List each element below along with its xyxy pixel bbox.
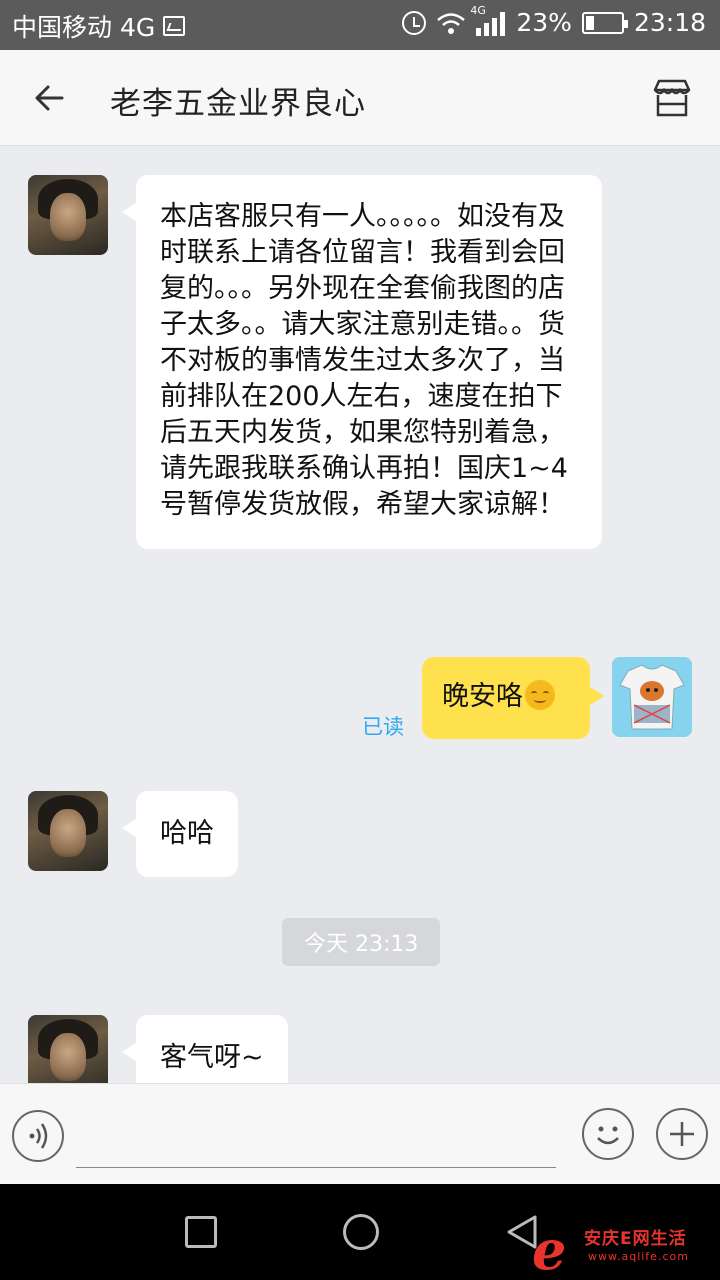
watermark-logo: e 安庆E网生活 www.aqlife.com [532,1218,712,1280]
read-status: 已读 [362,715,404,739]
clock: 23:18 [633,8,706,37]
signal-icon: 4G [470,4,506,36]
input-bar [0,1083,720,1184]
wifi-icon [437,12,466,34]
message-bubble[interactable]: 哈哈 [122,791,238,877]
image-notification-icon [163,16,186,36]
baby-clothes-icon [612,657,692,737]
message-bubble[interactable]: 客气呀~ [122,1015,288,1083]
watermark-letter: e [532,1218,567,1280]
message-text: 哈哈 [160,818,214,849]
alarm-icon [402,10,427,35]
store-icon[interactable] [650,76,694,120]
message-text: 客气呀~ [160,1042,264,1073]
battery-icon [581,11,628,34]
message-input[interactable] [76,1104,556,1168]
battery-fill [585,15,594,30]
watermark-name: 安庆E网生活 [584,1229,687,1249]
my-avatar[interactable] [612,657,692,737]
message-text: 晚安咯 [442,681,523,712]
plus-icon[interactable] [656,1108,708,1160]
message-bubble-outgoing[interactable]: 晚安咯 [422,657,604,739]
emoji-icon[interactable] [582,1108,634,1160]
voice-icon[interactable] [12,1110,64,1162]
message-bubble[interactable]: 本店客服只有一人。。。。。如没有及时联系上请各位留言！我看到会回复的。。。另外现… [122,175,602,549]
carrier-label: 中国移动 4G [12,13,156,42]
message-text: 本店客服只有一人。。。。。如没有及时联系上请各位留言！我看到会回复的。。。另外现… [160,201,568,520]
chat-header: 老李五金业界良心 [0,50,720,146]
system-nav-bar: e 安庆E网生活 www.aqlife.com [0,1184,720,1280]
seller-avatar[interactable] [28,1015,108,1083]
arrow-left-icon[interactable] [30,78,70,118]
smile-emoji-icon [525,680,555,710]
circle-icon[interactable] [343,1214,379,1250]
square-icon[interactable] [185,1216,217,1248]
seller-avatar[interactable] [28,791,108,871]
network-type-badge: 4G [470,3,486,17]
time-divider: 今天 23:13 [282,918,441,966]
battery-percent: 23% [516,8,572,37]
seller-avatar[interactable] [28,175,108,255]
page-title: 老李五金业界良心 [110,86,366,122]
status-bar: 中国移动 4G 4G 23% 23:18 [0,0,720,50]
watermark-url: www.aqlife.com [588,1250,689,1263]
chat-area[interactable]: 本店客服只有一人。。。。。如没有及时联系上请各位留言！我看到会回复的。。。另外现… [0,147,720,1083]
